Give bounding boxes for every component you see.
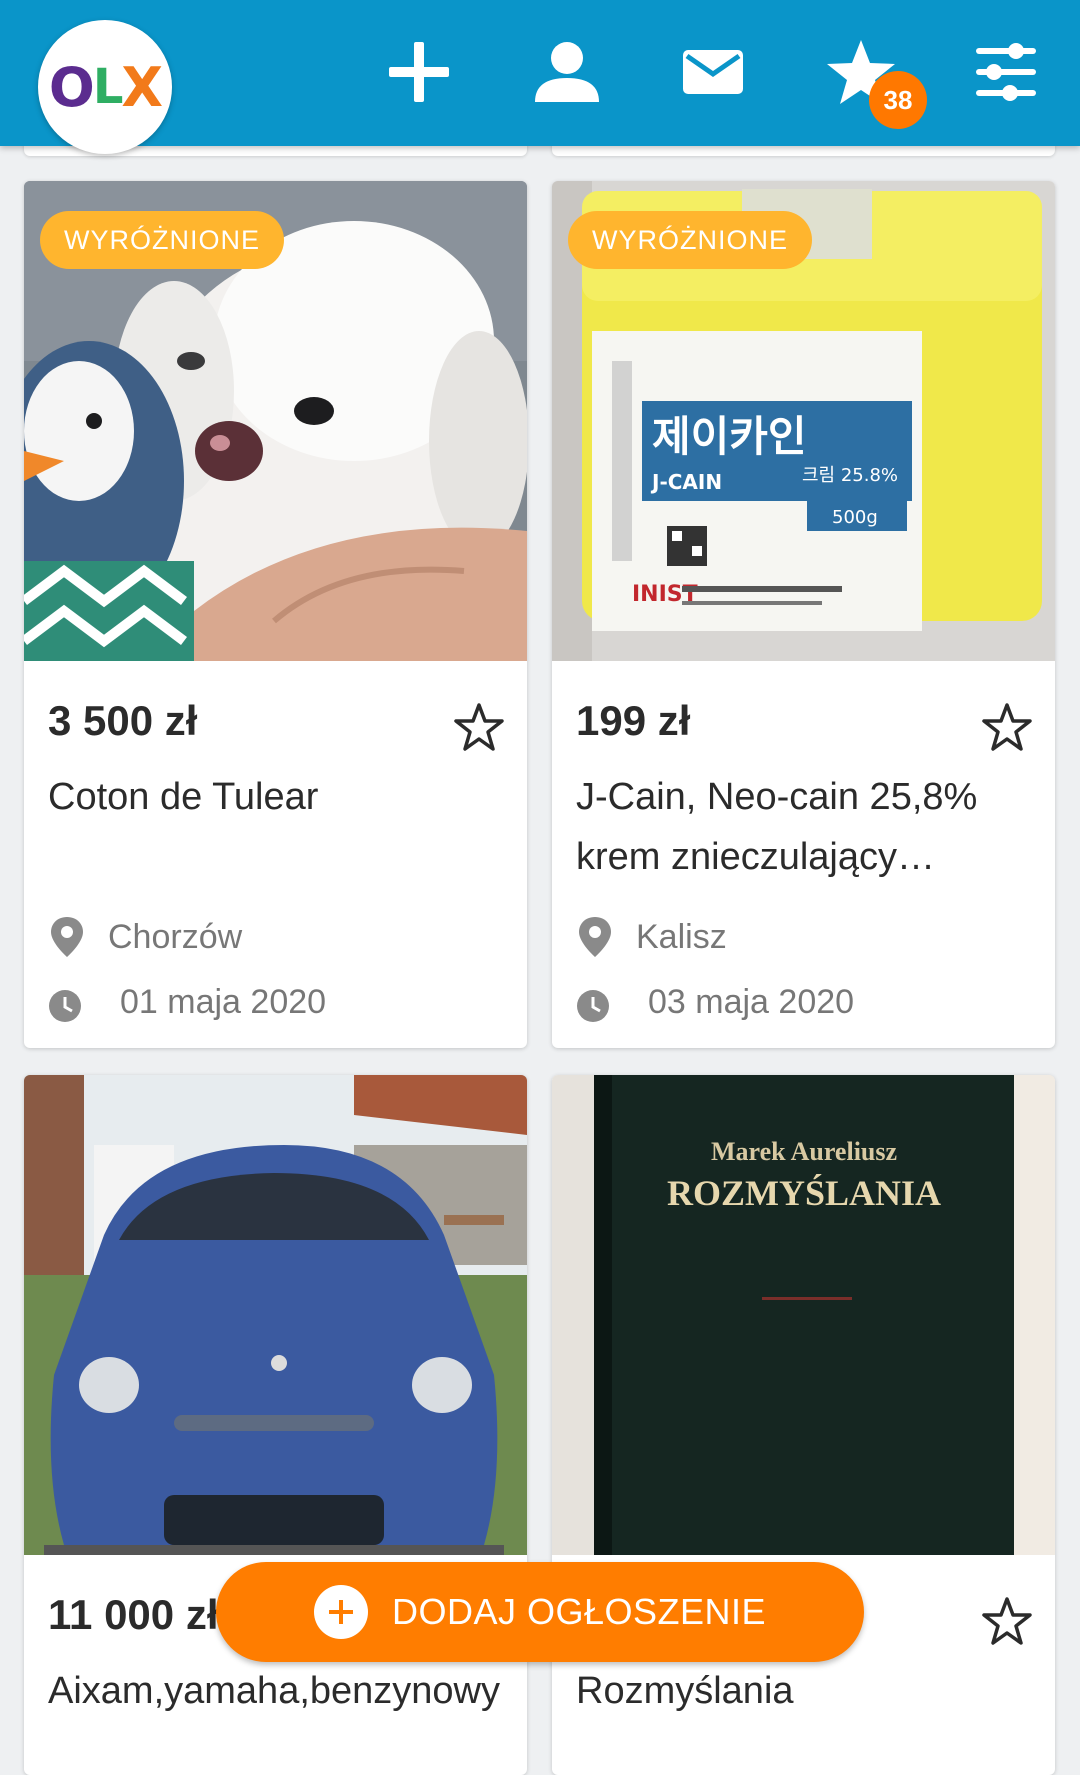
favorites-count-badge: 38 (869, 71, 927, 129)
listing-card[interactable]: Marek Aureliusz ROZMYŚLANIA Rozmyślania (552, 1075, 1055, 1775)
listing-price: 11 000 zł (48, 1591, 219, 1638)
location-pin-icon (579, 917, 611, 957)
listing-date: 01 maja 2020 (48, 981, 326, 1023)
clock-icon (49, 990, 81, 1022)
listing-card[interactable]: WYRÓŻNIONE 3 500 zł Coton de Tulear Chor… (24, 181, 527, 1048)
listing-card[interactable]: 11 000 zł Aixam,yamaha,benzynowy (24, 1075, 527, 1775)
jar-label-korean: 제이카인 (652, 412, 807, 461)
listing-date: 03 maja 2020 (576, 981, 854, 1023)
listing-title: Rozmyślania (576, 1670, 794, 1712)
account-icon[interactable] (531, 36, 603, 108)
filters-icon[interactable] (970, 36, 1042, 108)
listing-price: 3 500 zł (48, 697, 198, 744)
add-icon[interactable] (383, 36, 455, 108)
listing-location: Chorzów (48, 915, 242, 959)
listing-title: J-Cain, Neo-cain 25,8% krem znieczulając… (576, 776, 978, 878)
listing-photo-car (24, 1075, 527, 1555)
listing-price: 199 zł (576, 697, 691, 744)
listing-photo-book: Marek Aureliusz ROZMYŚLANIA (552, 1075, 1055, 1555)
olx-logo[interactable]: OLX (38, 20, 172, 154)
listing-title: Aixam,yamaha,benzynowy (48, 1670, 500, 1712)
listing-card[interactable]: 제이카인 J-CAIN 크림 25.8% 500g INIST WYRÓŻNIO… (552, 181, 1055, 1048)
listing-date-text: 03 maja 2020 (648, 982, 855, 1021)
clock-icon (577, 990, 609, 1022)
messages-icon[interactable] (677, 36, 749, 108)
book-author: Marek Aureliusz (711, 1137, 897, 1166)
featured-badge: WYRÓŻNIONE (568, 211, 812, 269)
listing-location-text: Chorzów (108, 917, 243, 956)
add-listing-button[interactable]: DODAJ OGŁOSZENIE (216, 1562, 864, 1662)
favorite-star-icon[interactable] (453, 701, 505, 753)
listing-title: Coton de Tulear (48, 776, 319, 818)
featured-badge: WYRÓŻNIONE (40, 211, 284, 269)
book-title: ROZMYŚLANIA (667, 1173, 941, 1213)
plus-icon (313, 1585, 368, 1639)
location-pin-icon (51, 917, 83, 957)
favorite-star-icon[interactable] (981, 701, 1033, 753)
listing-location: Kalisz (576, 915, 727, 959)
listing-date-text: 01 maja 2020 (120, 982, 327, 1021)
favorite-star-icon[interactable] (981, 1595, 1033, 1647)
jar-label-name: J-CAIN (650, 470, 722, 494)
jar-label-percent: 크림 25.8% (802, 465, 898, 486)
add-listing-label: DODAJ OGŁOSZENIE (391, 1591, 767, 1632)
listing-location-text: Kalisz (636, 917, 727, 956)
jar-label-weight: 500g (832, 507, 878, 528)
